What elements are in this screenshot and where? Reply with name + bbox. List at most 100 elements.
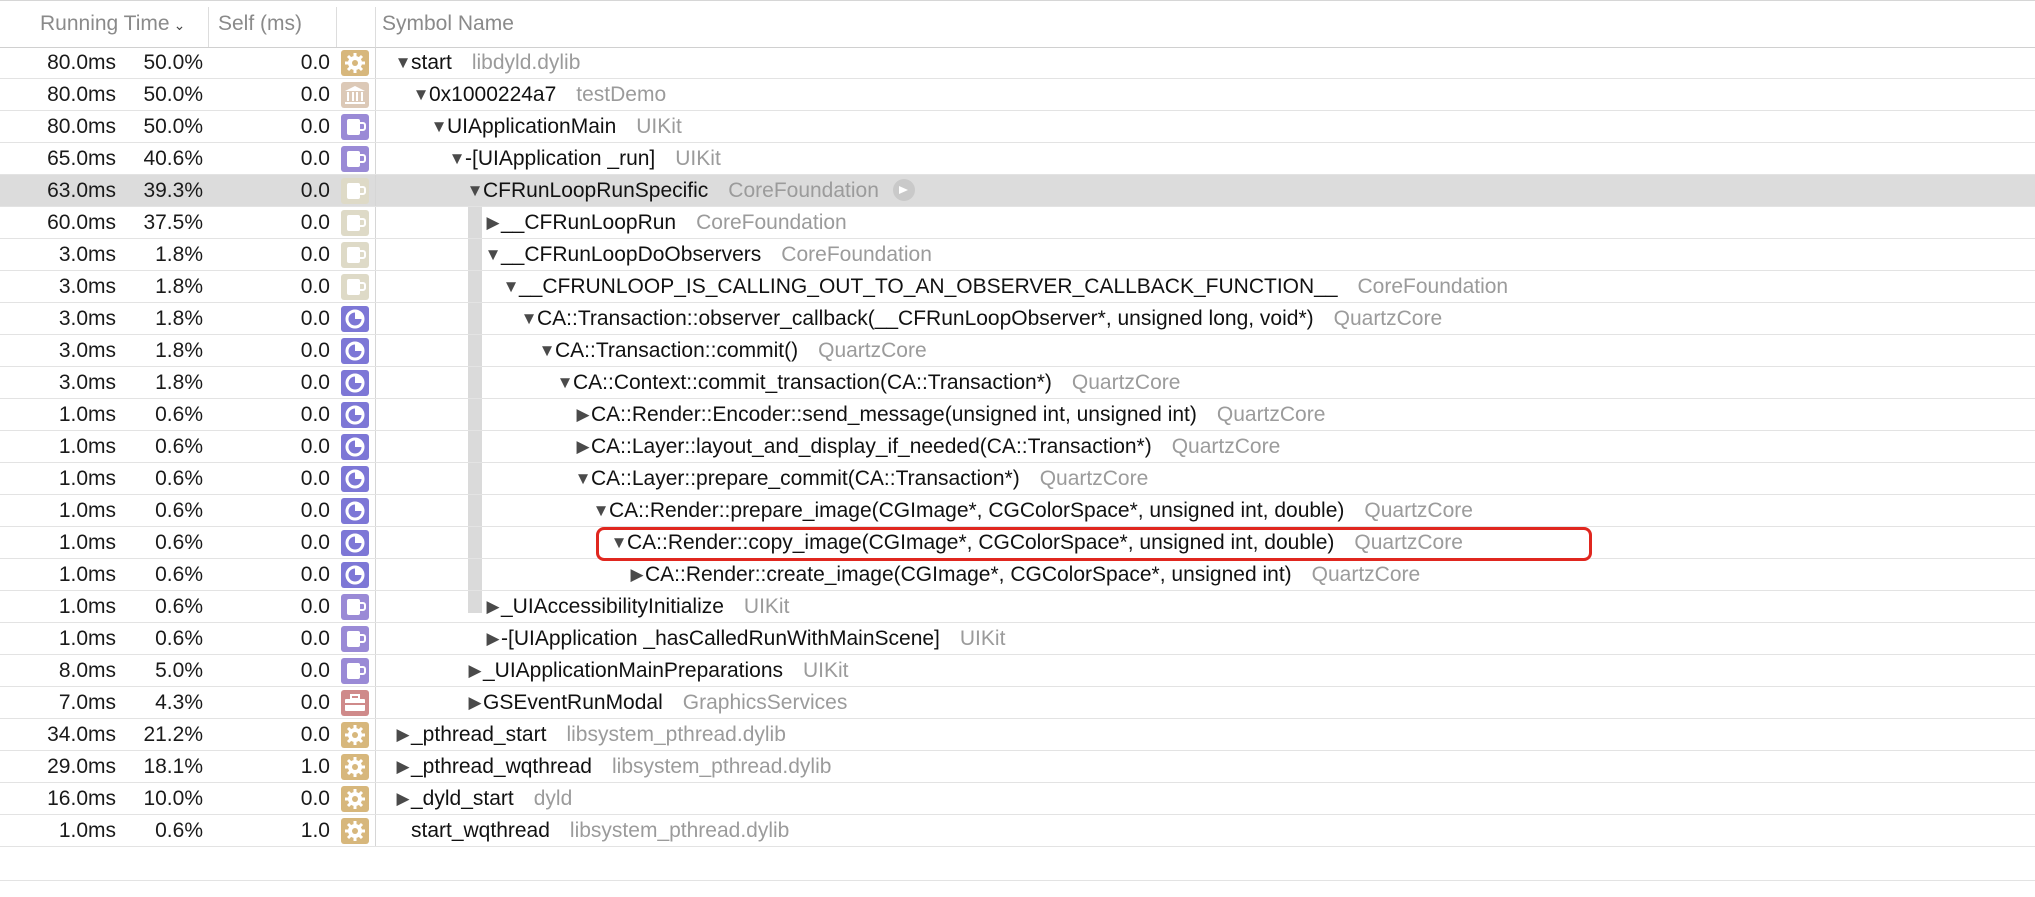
table-row[interactable]: 1.0ms 0.6% 1.0 start_wqthread libsystem_pthr… — [0, 815, 2035, 847]
table-row[interactable]: 3.0ms 1.8% 0.0 ▼ CA::Transaction::observer_c… — [0, 303, 2035, 335]
running-time-percent: 18.1% — [143, 755, 203, 778]
symbol-name: CFRunLoopRunSpecific — [483, 179, 709, 202]
self-ms-value: 0.0 — [300, 435, 330, 458]
disclosure-triangle-closed-icon[interactable]: ▶ — [394, 783, 412, 814]
disclosure-triangle-open-icon[interactable]: ▼ — [538, 335, 556, 366]
library-name: QuartzCore — [1333, 307, 1443, 330]
running-time-percent: 10.0% — [143, 787, 203, 810]
pie-icon — [341, 434, 369, 460]
table-row[interactable]: 1.0ms 0.6% 0.0 ▶ _UIAccessibilityInitialize U… — [0, 591, 2035, 623]
column-separator — [375, 239, 376, 270]
disclosure-triangle-closed-icon[interactable]: ▶ — [394, 719, 412, 750]
symbol-name: CA::Render::create_image(CGImage*, CGCol… — [645, 563, 1292, 586]
self-ms-value: 0.0 — [300, 723, 330, 746]
table-row[interactable]: 1.0ms 0.6% 0.0 ▶ CA::Render::Encoder::send_m… — [0, 399, 2035, 431]
table-row[interactable]: 1.0ms 0.6% 0.0 ▼ CA::Render::prepare_image(C… — [0, 495, 2035, 527]
table-row[interactable]: 80.0ms 50.0% 0.0 ▼ 0x1000224a7 testDemo — [0, 79, 2035, 111]
column-separator — [375, 783, 376, 814]
table-row[interactable]: 7.0ms 4.3% 0.0 ▶ GSEventRunModal GraphicsServ… — [0, 687, 2035, 719]
table-row[interactable]: 3.0ms 1.8% 0.0 ▼ __CFRUNLOOP_IS_CALLING_OUT_… — [0, 271, 2035, 303]
table-row[interactable]: 1.0ms 0.6% 0.0 ▶ -[UIApplication _hasCalledR… — [0, 623, 2035, 655]
disclosure-triangle-open-icon[interactable]: ▼ — [502, 271, 520, 302]
disclosure-triangle-open-icon[interactable]: ▼ — [574, 463, 592, 494]
disclosure-triangle-closed-icon[interactable]: ▶ — [394, 751, 412, 782]
running-time-percent: 1.8% — [155, 339, 203, 362]
running-time-percent: 50.0% — [143, 51, 203, 74]
library-name: UIKit — [959, 627, 1006, 650]
running-time-ms: 63.0ms — [47, 179, 116, 202]
pie-icon — [341, 306, 369, 332]
cup-icon — [341, 658, 369, 684]
running-time-percent: 0.6% — [155, 819, 203, 842]
self-ms-column-header[interactable]: Self (ms) — [218, 1, 338, 47]
call-tree-table[interactable]: 80.0ms 50.0% 0.0 ▼ start libdyld.dylib 80.0ms 5… — [0, 47, 2035, 847]
disclosure-triangle-open-icon[interactable]: ▼ — [412, 79, 430, 110]
self-ms-value: 0.0 — [300, 371, 330, 394]
table-row[interactable]: 3.0ms 1.8% 0.0 ▼ __CFRunLoopDoObservers CoreF… — [0, 239, 2035, 271]
symbol-cell: _pthread_start libsystem_pthread.dylib — [411, 719, 786, 750]
running-time-percent: 0.6% — [155, 467, 203, 490]
symbol-cell: start_wqthread libsystem_pthread.dylib — [411, 815, 789, 846]
table-row[interactable]: 60.0ms 37.5% 0.0 ▶ __CFRunLoopRun CoreFoundat… — [0, 207, 2035, 239]
symbol-cell: __CFRunLoopRun CoreFoundation — [501, 207, 847, 238]
symbol-cell: start libdyld.dylib — [411, 47, 580, 78]
column-separator[interactable] — [375, 7, 376, 47]
running-time-ms: 3.0ms — [58, 307, 116, 330]
running-time-ms: 8.0ms — [58, 659, 116, 682]
column-separator[interactable] — [208, 7, 209, 47]
symbol-name: _pthread_wqthread — [411, 755, 592, 778]
disclosure-triangle-closed-icon[interactable]: ▶ — [466, 687, 484, 718]
disclosure-triangle-open-icon[interactable]: ▼ — [520, 303, 538, 334]
disclosure-triangle-closed-icon[interactable]: ▶ — [574, 399, 592, 430]
table-row[interactable]: 34.0ms 21.2% 0.0 ▶ _pthread_start libsystem_p… — [0, 719, 2035, 751]
table-row[interactable]: 1.0ms 0.6% 0.0 ▶ CA::Render::create_image(CG… — [0, 559, 2035, 591]
gear-icon — [341, 818, 369, 844]
disclosure-triangle-open-icon[interactable]: ▼ — [556, 367, 574, 398]
self-ms-value: 0.0 — [300, 243, 330, 266]
disclosure-triangle-closed-icon[interactable]: ▶ — [466, 655, 484, 686]
table-row[interactable]: 80.0ms 50.0% 0.0 ▼ UIApplicationMain UIKit — [0, 111, 2035, 143]
disclosure-triangle-closed-icon[interactable]: ▶ — [484, 207, 502, 238]
cup-icon — [341, 626, 369, 652]
running-time-ms: 3.0ms — [58, 275, 116, 298]
table-row[interactable]: 8.0ms 5.0% 0.0 ▶ _UIApplicationMainPreparati… — [0, 655, 2035, 687]
table-row[interactable]: 3.0ms 1.8% 0.0 ▼ CA::Context::commit_transac… — [0, 367, 2035, 399]
symbol-cell: __CFRUNLOOP_IS_CALLING_OUT_TO_AN_OBSERVE… — [519, 271, 1508, 302]
table-row[interactable]: 65.0ms 40.6% 0.0 ▼ -[UIApplication _run] UIKi… — [0, 143, 2035, 175]
focus-arrow-icon[interactable] — [892, 179, 915, 201]
disclosure-triangle-closed-icon[interactable]: ▶ — [484, 591, 502, 622]
table-row[interactable]: 1.0ms 0.6% 0.0 ▼ CA::Layer::prepare_commit(C… — [0, 463, 2035, 495]
disclosure-triangle-open-icon[interactable]: ▼ — [592, 495, 610, 526]
column-separator — [375, 687, 376, 718]
library-name: QuartzCore — [1039, 467, 1149, 490]
table-row[interactable]: 16.0ms 10.0% 0.0 ▶ _dyld_start dyld — [0, 783, 2035, 815]
symbol-cell: CA::Render::prepare_image(CGImage*, CGCo… — [609, 495, 1473, 526]
running-time-ms: 1.0ms — [58, 499, 116, 522]
table-row[interactable]: 80.0ms 50.0% 0.0 ▼ start libdyld.dylib — [0, 47, 2035, 79]
symbol-name: start_wqthread — [411, 819, 550, 842]
pie-icon — [341, 498, 369, 524]
disclosure-triangle-closed-icon[interactable]: ▶ — [628, 559, 646, 590]
symbol-name: -[UIApplication _hasCalledRunWithMainSce… — [501, 627, 940, 650]
table-row[interactable]: 3.0ms 1.8% 0.0 ▼ CA::Transaction::commit() Qu… — [0, 335, 2035, 367]
column-separator — [375, 719, 376, 750]
disclosure-triangle-closed-icon[interactable]: ▶ — [574, 431, 592, 462]
disclosure-triangle-open-icon[interactable]: ▼ — [484, 239, 502, 270]
disclosure-triangle-closed-icon[interactable]: ▶ — [484, 623, 502, 654]
running-time-column-header[interactable]: Running Time ⌄ — [40, 1, 206, 47]
running-time-percent: 0.6% — [155, 531, 203, 554]
gear-icon — [341, 50, 369, 76]
table-row[interactable]: 63.0ms 39.3% 0.0 ▼ CFRunLoopRunSpecific CoreF… — [0, 175, 2035, 207]
column-separator[interactable] — [336, 7, 337, 47]
symbol-name-column-header[interactable]: Symbol Name — [382, 1, 982, 47]
disclosure-triangle-open-icon[interactable]: ▼ — [430, 111, 448, 142]
disclosure-triangle-open-icon[interactable]: ▼ — [394, 47, 412, 78]
disclosure-triangle-open-icon[interactable]: ▼ — [448, 143, 466, 174]
disclosure-triangle-open-icon[interactable]: ▼ — [466, 175, 484, 206]
self-ms-value: 0.0 — [300, 659, 330, 682]
symbol-name: CA::Layer::prepare_commit(CA::Transactio… — [591, 467, 1020, 490]
symbol-cell: _pthread_wqthread libsystem_pthread.dylib — [411, 751, 831, 782]
table-row[interactable]: 29.0ms 18.1% 1.0 ▶ _pthread_wqthread libsyste… — [0, 751, 2035, 783]
table-row[interactable]: 1.0ms 0.6% 0.0 ▶ CA::Layer::layout_and_displ… — [0, 431, 2035, 463]
symbol-cell: 0x1000224a7 testDemo — [429, 79, 666, 110]
